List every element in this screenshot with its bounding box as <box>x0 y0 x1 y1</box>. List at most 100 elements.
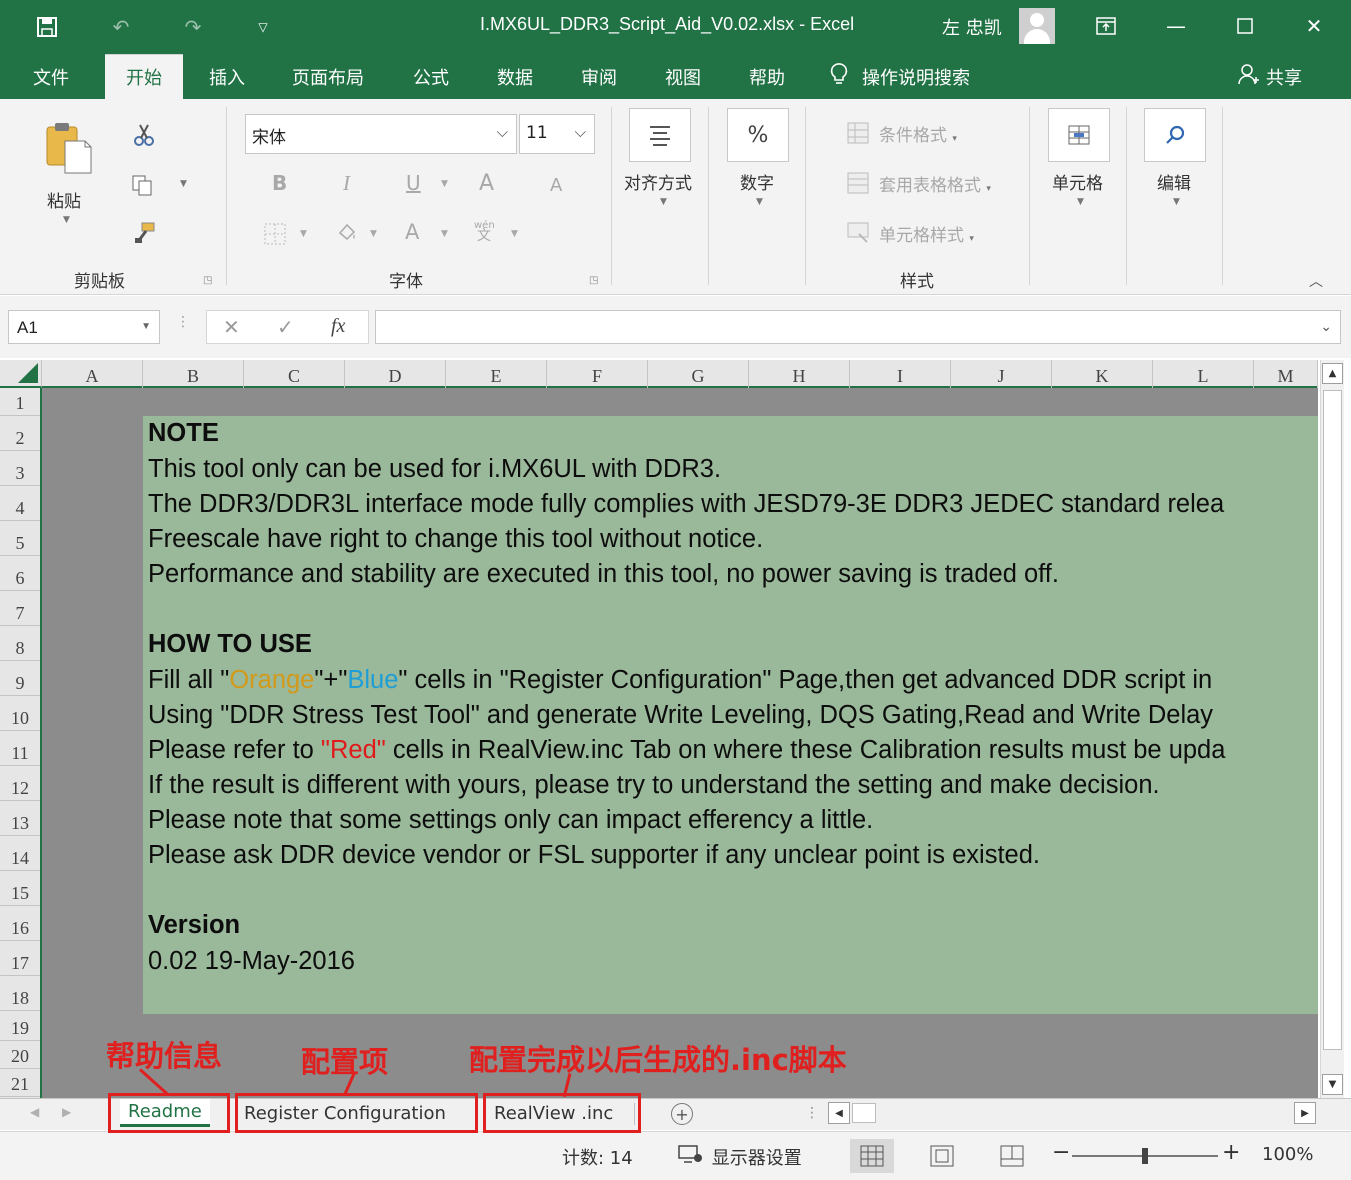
column-header-h[interactable]: H <box>749 360 850 388</box>
copy-dropdown-icon[interactable]: ▼ <box>180 179 187 189</box>
zoom-slider-thumb[interactable] <box>1142 1148 1148 1164</box>
row-header-7[interactable]: 7 <box>0 591 40 626</box>
format-painter-icon[interactable] <box>130 219 158 247</box>
select-all-button[interactable] <box>0 360 42 388</box>
minimize-icon[interactable]: — <box>1153 6 1199 46</box>
phonetic-dropdown-icon[interactable]: ▼ <box>511 229 518 239</box>
column-header-l[interactable]: L <box>1153 360 1254 388</box>
row-header-11[interactable]: 11 <box>0 731 40 766</box>
tab-file[interactable]: 文件 <box>33 54 69 99</box>
paste-icon[interactable] <box>40 119 94 175</box>
readme-text-block[interactable]: NOTE This tool only can be used for i.MX… <box>143 416 1318 1014</box>
borders-dropdown-icon[interactable]: ▼ <box>300 229 307 239</box>
cut-icon[interactable] <box>130 121 158 149</box>
splitter-icon[interactable]: ⋮ <box>805 1105 819 1121</box>
fill-color-dropdown-icon[interactable]: ▼ <box>370 229 377 239</box>
insert-function-icon[interactable]: fx <box>331 315 345 338</box>
plus-circle-icon[interactable]: + <box>671 1103 693 1125</box>
column-header-a[interactable]: A <box>42 360 143 388</box>
column-header-i[interactable]: I <box>850 360 951 388</box>
cells-dropdown-icon[interactable]: ▼ <box>1077 197 1084 207</box>
tab-insert[interactable]: 插入 <box>209 54 245 99</box>
page-break-view-icon[interactable] <box>990 1139 1034 1173</box>
zoom-in-icon[interactable]: + <box>1222 1140 1240 1165</box>
tab-help[interactable]: 帮助 <box>749 54 785 99</box>
conditional-formatting-icon[interactable] <box>846 121 870 145</box>
row-header-21[interactable]: 21 <box>0 1069 40 1097</box>
row-header-6[interactable]: 6 <box>0 556 40 591</box>
cell-styles-label[interactable]: 单元格样式 ▾ <box>879 221 974 246</box>
row-header-19[interactable]: 19 <box>0 1011 40 1041</box>
font-launcher-icon[interactable]: ◳ <box>589 275 598 286</box>
row-header-17[interactable]: 17 <box>0 941 40 976</box>
save-icon[interactable] <box>30 10 64 44</box>
decrease-font-size-icon[interactable]: A <box>550 175 562 196</box>
alignment-dropdown-icon[interactable]: ▼ <box>660 197 667 207</box>
clipboard-launcher-icon[interactable]: ◳ <box>203 275 212 286</box>
increase-font-size-icon[interactable]: A <box>479 171 494 196</box>
column-header-j[interactable]: J <box>951 360 1052 388</box>
close-window-icon[interactable]: ✕ <box>1291 6 1337 46</box>
row-header-15[interactable]: 15 <box>0 871 40 906</box>
scroll-tabs-left-icon[interactable]: ◀ <box>30 1105 39 1119</box>
normal-view-icon[interactable] <box>850 1139 894 1173</box>
tab-page-layout[interactable]: 页面布局 <box>292 54 364 99</box>
font-color-dropdown-icon[interactable]: ▼ <box>441 229 448 239</box>
cells-icon[interactable] <box>1048 108 1110 162</box>
font-size-select[interactable]: 11 ⌵ <box>519 114 595 154</box>
expand-formula-bar-icon[interactable]: ⌄ <box>1320 319 1332 335</box>
zoom-level[interactable]: 100% <box>1262 1144 1313 1165</box>
paste-label[interactable]: 粘贴 <box>47 187 81 212</box>
row-header-8[interactable]: 8 <box>0 626 40 661</box>
format-as-table-icon[interactable] <box>846 171 870 195</box>
format-as-table-label[interactable]: 套用表格格式 ▾ <box>879 171 991 196</box>
column-header-k[interactable]: K <box>1052 360 1153 388</box>
align-center-icon[interactable] <box>629 108 691 162</box>
editing-label[interactable]: 编辑 <box>1157 169 1191 194</box>
close-icon[interactable]: ✕ <box>223 315 240 339</box>
redo-icon[interactable]: ↷ <box>176 10 210 44</box>
name-box[interactable]: A1 ▼ <box>8 310 160 344</box>
copy-icon[interactable] <box>128 171 156 199</box>
conditional-formatting-label[interactable]: 条件格式 ▾ <box>879 121 957 146</box>
column-header-g[interactable]: G <box>648 360 749 388</box>
display-settings-button[interactable]: 显示器设置 <box>678 1144 802 1170</box>
scroll-left-icon[interactable]: ◀ <box>828 1102 850 1124</box>
number-format-icon[interactable]: % <box>727 108 789 162</box>
tab-view[interactable]: 视图 <box>665 54 701 99</box>
row-header-14[interactable]: 14 <box>0 836 40 871</box>
tab-review[interactable]: 审阅 <box>581 54 617 99</box>
check-icon[interactable]: ✓ <box>277 315 294 339</box>
underline-dropdown-icon[interactable]: ▼ <box>441 179 448 189</box>
tab-home[interactable]: 开始 <box>105 54 183 99</box>
column-header-f[interactable]: F <box>547 360 648 388</box>
formula-input[interactable]: ⌄ <box>375 310 1341 344</box>
vertical-scrollbar[interactable]: ▲ ▼ <box>1320 360 1344 1098</box>
row-header-2[interactable]: 2 <box>0 416 40 451</box>
column-header-c[interactable]: C <box>244 360 345 388</box>
tab-data[interactable]: 数据 <box>497 54 533 99</box>
row-header-5[interactable]: 5 <box>0 521 40 556</box>
ribbon-display-options-icon[interactable] <box>1083 6 1129 46</box>
scroll-up-icon[interactable]: ▲ <box>1322 363 1343 384</box>
underline-icon[interactable]: U <box>406 171 421 195</box>
bold-icon[interactable]: B <box>272 171 287 195</box>
borders-icon[interactable] <box>262 221 288 247</box>
column-header-d[interactable]: D <box>345 360 446 388</box>
row-header-1[interactable]: 1 <box>0 388 40 416</box>
row-header-16[interactable]: 16 <box>0 906 40 941</box>
phonetic-guide-icon[interactable]: wén 文 <box>474 220 495 243</box>
column-header-b[interactable]: B <box>143 360 244 388</box>
alignment-label[interactable]: 对齐方式 <box>624 169 692 194</box>
horizontal-scrollbar[interactable]: ◀ ▶ <box>826 1102 1316 1126</box>
vertical-scroll-thumb[interactable] <box>1323 390 1342 1050</box>
avatar[interactable] <box>1019 8 1055 44</box>
scroll-down-icon[interactable]: ▼ <box>1322 1074 1343 1095</box>
scroll-tabs-right-icon[interactable]: ▶ <box>62 1105 71 1119</box>
row-header-13[interactable]: 13 <box>0 801 40 836</box>
font-name-select[interactable]: 宋体 ⌵ <box>245 114 517 154</box>
column-header-e[interactable]: E <box>446 360 547 388</box>
scroll-right-icon[interactable]: ▶ <box>1294 1102 1316 1124</box>
share-button[interactable]: 共享 <box>1238 54 1302 99</box>
page-layout-view-icon[interactable] <box>920 1139 964 1173</box>
